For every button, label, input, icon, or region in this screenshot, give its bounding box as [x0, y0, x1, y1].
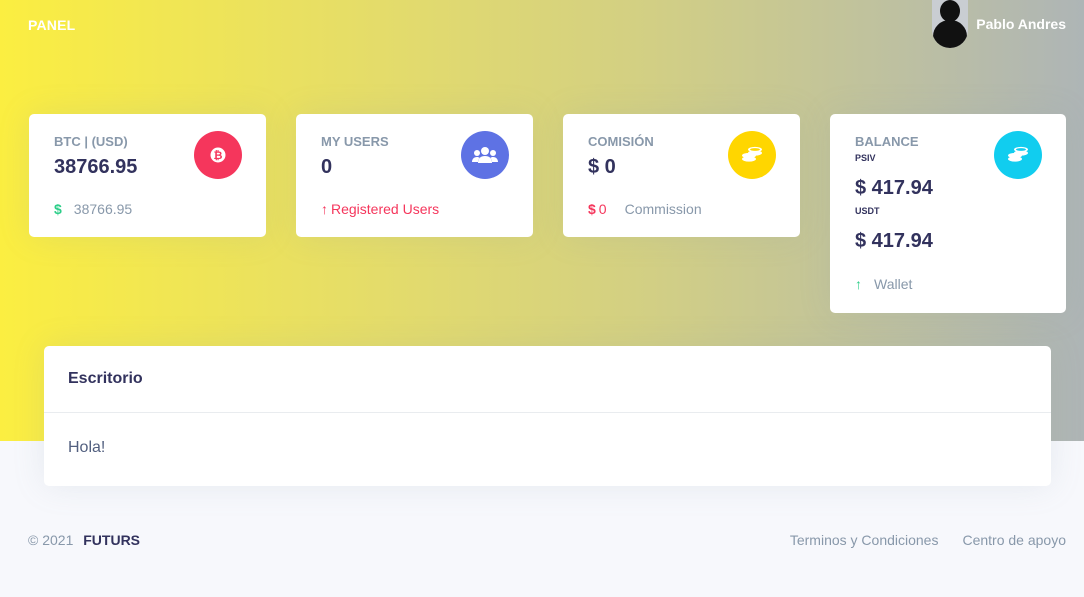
usdt-label: USDT: [855, 206, 880, 216]
balance-footer-text[interactable]: Wallet: [874, 276, 912, 292]
commission-stat-card: COMISIÓN $ 0 $ 0 Commission: [563, 114, 800, 237]
panel-body: Hola!: [68, 439, 106, 456]
psiv-label: PSIV: [855, 153, 876, 163]
coins-icon: [728, 131, 776, 179]
terms-link[interactable]: Terminos y Condiciones: [790, 532, 939, 548]
users-stat-card: MY USERS 0 ↑ Registered Users: [296, 114, 533, 237]
user-menu[interactable]: Pablo Andres: [932, 0, 1066, 48]
desk-panel: Escritorio Hola!: [44, 346, 1051, 486]
bitcoin-icon: ₿: [194, 131, 242, 179]
avatar[interactable]: [932, 0, 969, 48]
balance-footer: ↑ Wallet: [855, 276, 912, 292]
btc-title: BTC | (USD): [54, 134, 128, 149]
commission-footer-text: Commission: [624, 201, 702, 217]
commission-title: COMISIÓN: [588, 134, 654, 149]
arrow-up-icon: ↑: [855, 276, 862, 292]
copyright-text: © 2021: [28, 532, 74, 548]
user-name[interactable]: Pablo Andres: [976, 16, 1066, 32]
commission-value: $ 0: [588, 156, 616, 178]
dollar-icon: $: [588, 201, 596, 217]
panel-title: Escritorio: [44, 346, 1051, 413]
btc-value: 38766.95: [54, 156, 138, 178]
balance-title: BALANCE: [855, 134, 919, 149]
commission-footer: $ 0 Commission: [588, 201, 702, 217]
users-footer: ↑ Registered Users: [321, 201, 439, 217]
users-title: MY USERS: [321, 134, 389, 149]
btc-footer-text: 38766.95: [73, 201, 133, 217]
coins-icon: [994, 131, 1042, 179]
arrow-up-icon: ↑: [321, 201, 328, 217]
support-link[interactable]: Centro de apoyo: [962, 532, 1066, 548]
footer-copyright: © 2021 FUTURS: [28, 532, 140, 548]
usdt-value: $ 417.94: [855, 230, 933, 252]
users-value: 0: [321, 156, 333, 178]
commission-footer-amount: 0: [598, 201, 607, 217]
btc-footer: $ 38766.95: [54, 201, 132, 217]
dollar-icon: $: [54, 201, 62, 217]
footer-brand-link[interactable]: FUTURS: [83, 532, 140, 548]
users-footer-text: Registered Users: [331, 201, 440, 217]
btc-stat-card: BTC | (USD) 38766.95 ₿ $ 38766.95: [29, 114, 266, 237]
footer-links: Terminos y Condiciones Centro de apoyo: [790, 532, 1066, 548]
users-icon: [461, 131, 509, 179]
psiv-value: $ 417.94: [855, 177, 933, 199]
svg-text:₿: ₿: [214, 149, 223, 162]
balance-stat-card: BALANCE PSIV $ 417.94 USDT $ 417.94 ↑ Wa…: [830, 114, 1066, 313]
brand-title[interactable]: PANEL: [28, 17, 75, 33]
